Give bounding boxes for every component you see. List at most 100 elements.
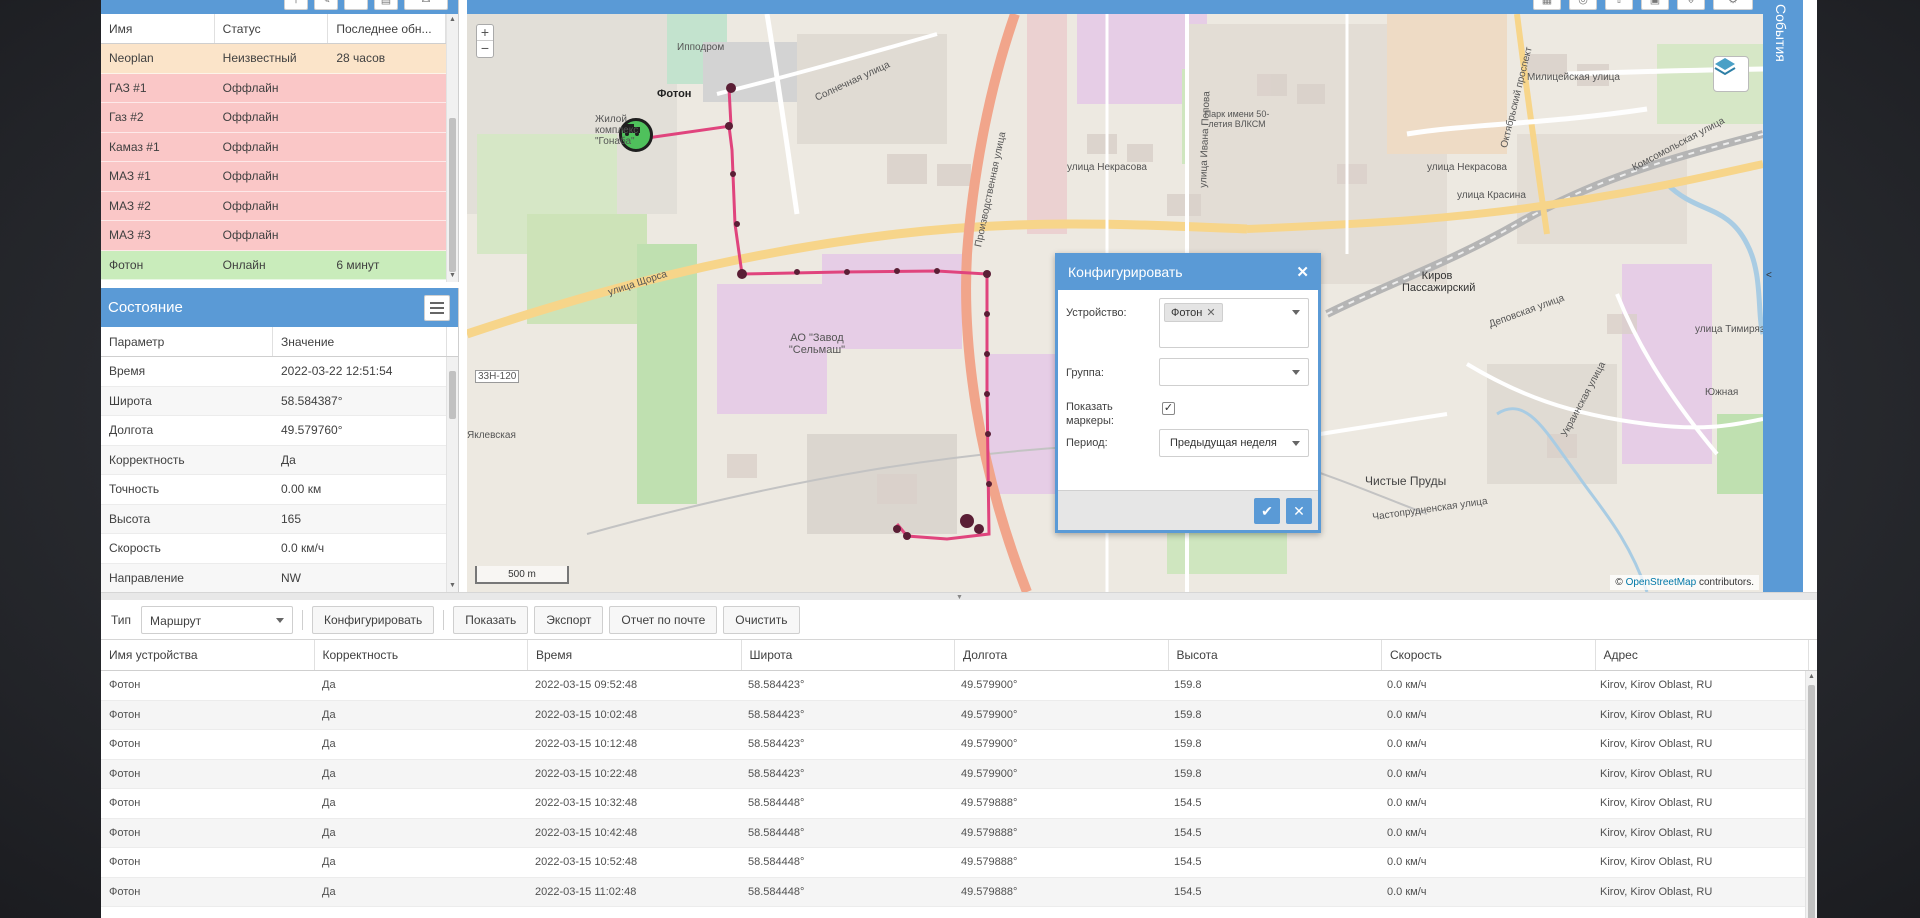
chevron-down-icon[interactable] [1292,310,1300,315]
col-device-name[interactable]: Имя [101,14,215,43]
chevron-down-icon[interactable] [276,617,285,623]
state-columns-button[interactable] [424,295,450,321]
col-device-status[interactable]: Статус [215,14,329,43]
history-row[interactable]: Фотон Да 2022-03-15 11:02:48 58.584448° 49.5… [101,877,1805,907]
group-select[interactable] [1159,358,1309,386]
history-row[interactable]: Фотон Да 2022-03-15 10:02:48 58.584423° 49.5… [101,700,1805,730]
col-parameter[interactable]: Параметр [101,327,273,356]
history-row[interactable]: Фотон Да 2022-03-15 10:52:48 58.584448° 49.5… [101,848,1805,878]
period-select[interactable]: Предыдущая неделя [1159,429,1309,457]
history-column-header[interactable]: Долгота [955,640,1169,670]
device-row[interactable]: МАЗ #2 Оффлайн [101,191,446,221]
state-row[interactable]: Время 2022-03-22 12:51:54 [101,357,446,387]
col-device-last-update[interactable]: Последнее обн... [328,14,446,43]
history-column-header[interactable]: Высота [1169,640,1382,670]
device-row[interactable]: Neoplan Неизвестный 28 часов [101,44,446,74]
history-row[interactable]: Фотон Да 2022-03-15 09:52:48 58.584423° 49.5… [101,671,1805,701]
history-column-header[interactable]: Широта [742,640,955,670]
layers-button[interactable] [1713,56,1749,92]
map-tool-1-button[interactable]: ▦ [1533,0,1561,10]
history-column-header[interactable]: Имя устройства [101,640,315,670]
map-tool-4-button[interactable]: ▣ [1641,0,1669,10]
state-row[interactable]: Долгота 49.579760° [101,416,446,446]
attribution-suffix: contributors. [1696,577,1754,588]
configure-button[interactable]: Конфигурировать [312,605,435,634]
show-button[interactable]: Показать [453,605,529,634]
device-name: Фотон [109,257,144,272]
device-status: Оффлайн [222,228,279,243]
state-row[interactable]: Высота 165 [101,504,446,534]
history-column-header[interactable]: Адрес [1596,640,1809,670]
add-device-button[interactable]: ＋ [284,0,308,10]
chevron-down-icon[interactable] [1292,441,1300,446]
map-tool-2-button[interactable]: ◎ [1569,0,1597,10]
show-markers-checkbox[interactable]: ✓ [1162,402,1175,415]
export-button[interactable]: Экспорт [534,605,604,634]
history-scroll-thumb[interactable] [1808,685,1815,918]
history-row[interactable]: Фотон Да 2022-03-15 10:12:48 58.584423° 49.5… [101,730,1805,760]
history-cell: Да [322,856,336,869]
edit-device-button[interactable]: ✎ [314,0,338,10]
scroll-up-icon[interactable]: ▲ [1806,673,1817,680]
history-cell: 0.0 км/ч [1387,826,1427,839]
devices-scroll-thumb[interactable] [449,118,456,272]
cancel-button[interactable]: ✕ [1286,498,1312,524]
map-tool-5-button[interactable]: ⇩ [1677,0,1705,10]
device-settings-button[interactable]: ▤ [374,0,398,10]
history-row[interactable]: Фотон Да 2022-03-15 10:42:48 58.584448° 49.5… [101,818,1805,848]
events-panel-toggle[interactable]: События < [1763,0,1803,592]
state-scrollbar[interactable]: ▼ [446,357,458,592]
history-cell: 154.5 [1174,885,1202,898]
map-tool-6-button[interactable]: ⚙ [1713,0,1753,10]
history-row[interactable]: Фотон Да 2022-03-15 10:32:48 58.584448° 49.5… [101,789,1805,819]
label-timiryazeva: улица Тимирязева [1695,324,1763,335]
history-cell: Kirov, Kirov Oblast, RU [1600,767,1713,780]
markers-label: Показать маркеры: [1066,401,1114,427]
osm-link[interactable]: OpenStreetMap [1626,577,1697,588]
device-row[interactable]: Газ #2 Оффлайн [101,103,446,133]
map-tool-3-button[interactable]: ⇧ [1605,0,1633,10]
col-value[interactable]: Значение [273,327,447,356]
device-row[interactable]: ГАЗ #1 Оффлайн [101,73,446,103]
state-row[interactable]: Корректность Да [101,445,446,475]
device-row[interactable]: Фотон Онлайн 6 минут [101,250,446,280]
panel-splitter[interactable]: ▼ [101,592,1817,601]
zoom-out-button[interactable]: − [477,41,493,57]
chevron-left-icon[interactable]: < [1766,270,1772,281]
clear-button[interactable]: Очистить [723,605,800,634]
layers-icon [1714,58,1736,76]
device-select[interactable]: Фотон ✕ [1159,298,1309,348]
state-row[interactable]: Направление NW [101,563,446,592]
scroll-up-icon[interactable]: ▲ [447,14,458,26]
device-row[interactable]: Камаз #1 Оффлайн [101,132,446,162]
remove-tag-icon[interactable]: ✕ [1206,307,1215,319]
scroll-down-icon[interactable]: ▼ [447,270,458,282]
devices-scrollbar[interactable]: ▲ ▼ [446,14,458,282]
history-column-header[interactable]: Корректность [315,640,528,670]
zoom-in-button[interactable]: + [477,25,493,41]
history-cell: Фотон [109,826,141,839]
vehicle-label: Фотон [657,88,692,100]
close-icon[interactable]: ✕ [1296,263,1309,281]
report-type-select[interactable]: Маршрут [141,605,294,634]
confirm-button[interactable]: ✔ [1254,498,1280,524]
history-cell: Да [322,885,336,898]
state-row[interactable]: Точность 0.00 км [101,475,446,505]
device-commands-button[interactable]: ✉ [404,0,448,10]
state-scroll-thumb[interactable] [449,371,456,419]
history-cell: 58.584423° [748,708,805,721]
history-column-header[interactable]: Время [528,640,742,670]
state-row[interactable]: Скорость 0.0 км/ч [101,534,446,564]
history-scrollbar[interactable]: ▲ [1805,671,1817,918]
device-row[interactable]: МАЗ #1 Оффлайн [101,162,446,192]
chevron-down-icon[interactable] [1292,370,1300,375]
remove-device-button[interactable]: − [344,0,368,10]
history-cell: Да [322,767,336,780]
history-column-header[interactable]: Скорость [1382,640,1596,670]
state-row[interactable]: Широта 58.584387° [101,386,446,416]
device-name: Камаз #1 [109,139,160,154]
email-report-button[interactable]: Отчет по почте [609,605,718,634]
device-row[interactable]: МАЗ #3 Оффлайн [101,221,446,251]
history-row[interactable]: Фотон Да 2022-03-15 10:22:48 58.584423° 49.5… [101,759,1805,789]
scroll-down-icon[interactable]: ▼ [447,580,458,592]
